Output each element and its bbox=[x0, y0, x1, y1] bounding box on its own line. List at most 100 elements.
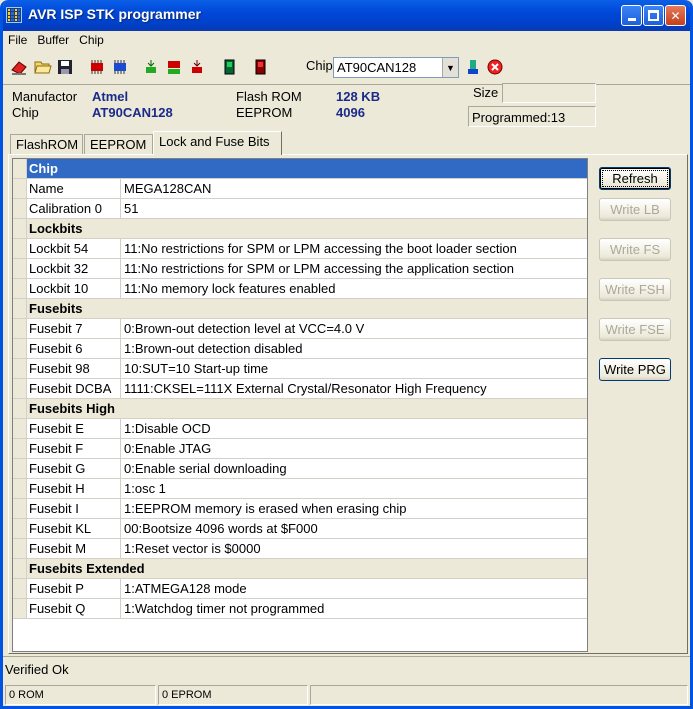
manufacturer-value: Atmel bbox=[92, 89, 129, 104]
row-indicator[interactable] bbox=[13, 319, 27, 338]
reset-button[interactable] bbox=[249, 56, 271, 78]
row-indicator[interactable] bbox=[13, 579, 27, 598]
row-indicator[interactable] bbox=[13, 599, 27, 618]
field-value[interactable]: 0:Enable serial downloading bbox=[120, 459, 287, 478]
fuse-grid[interactable]: Chip Name MEGA128CAN Calibration 0 51 Lockbit… bbox=[12, 158, 588, 652]
field-value[interactable]: 1:Watchdog timer not programmed bbox=[120, 599, 324, 618]
grid-section-header[interactable]: Fusebits Extended bbox=[13, 559, 587, 579]
title-bar[interactable]: AVR ISP STK programmer ✕ bbox=[3, 0, 690, 31]
row-indicator[interactable] bbox=[13, 159, 27, 178]
grid-row[interactable]: Fusebit 7 0:Brown-out detection level at … bbox=[13, 319, 587, 339]
grid-row[interactable]: Calibration 0 51 bbox=[13, 199, 587, 219]
write-fsh-button[interactable]: Write FSH bbox=[599, 278, 671, 301]
minimize-button[interactable] bbox=[621, 5, 642, 26]
grid-row[interactable]: Fusebit 98 10:SUT=10 Start-up time bbox=[13, 359, 587, 379]
save-button[interactable] bbox=[54, 56, 76, 78]
field-value[interactable]: 1:Reset vector is $0000 bbox=[120, 539, 261, 558]
field-value[interactable]: 11:No restrictions for SPM or LPM access… bbox=[120, 259, 514, 278]
field-value[interactable]: 00:Bootsize 4096 words at $F000 bbox=[120, 519, 318, 538]
row-indicator[interactable] bbox=[13, 539, 27, 558]
field-value[interactable]: 11:No restrictions for SPM or LPM access… bbox=[120, 239, 517, 258]
grid-row[interactable]: Name MEGA128CAN bbox=[13, 179, 587, 199]
row-indicator[interactable] bbox=[13, 199, 27, 218]
refresh-button[interactable]: Refresh bbox=[599, 167, 671, 190]
row-indicator[interactable] bbox=[13, 519, 27, 538]
grid-row[interactable]: Fusebit P 1:ATMEGA128 mode bbox=[13, 579, 587, 599]
field-value[interactable]: 1:Brown-out detection disabled bbox=[120, 339, 303, 358]
chip-red-icon bbox=[91, 60, 103, 74]
field-value[interactable]: 1:osc 1 bbox=[120, 479, 166, 498]
chip-select[interactable]: AT90CAN128 ▼ bbox=[333, 57, 459, 78]
row-indicator[interactable] bbox=[13, 279, 27, 298]
grid-row[interactable]: Fusebit G 0:Enable serial downloading bbox=[13, 459, 587, 479]
grid-row[interactable]: Lockbit 32 11:No restrictions for SPM or … bbox=[13, 259, 587, 279]
menu-file[interactable]: File bbox=[3, 31, 32, 47]
row-indicator[interactable] bbox=[13, 439, 27, 458]
menu-chip[interactable]: Chip bbox=[74, 31, 109, 47]
row-indicator[interactable] bbox=[13, 499, 27, 518]
write-fs-button[interactable]: Write FS bbox=[599, 238, 671, 261]
grid-section-header[interactable]: Chip bbox=[13, 159, 587, 179]
grid-row[interactable]: Fusebit M 1:Reset vector is $0000 bbox=[13, 539, 587, 559]
field-value[interactable]: 0:Enable JTAG bbox=[120, 439, 211, 458]
read-flash-button[interactable] bbox=[86, 56, 108, 78]
menu-buffer[interactable]: Buffer bbox=[32, 31, 74, 47]
field-value[interactable]: 1:Disable OCD bbox=[120, 419, 211, 438]
grid-row[interactable]: Lockbit 54 11:No restrictions for SPM or … bbox=[13, 239, 587, 259]
field-value[interactable]: 51 bbox=[120, 199, 138, 218]
grid-section-header[interactable]: Fusebits bbox=[13, 299, 587, 319]
tab-flashrom[interactable]: FlashROM bbox=[10, 134, 83, 155]
close-button[interactable]: ✕ bbox=[665, 5, 686, 26]
field-value[interactable]: MEGA128CAN bbox=[120, 179, 211, 198]
chip-verify-icon bbox=[168, 61, 180, 74]
row-indicator[interactable] bbox=[13, 419, 27, 438]
maximize-button[interactable] bbox=[643, 5, 664, 26]
grid-section-header[interactable]: Fusebits High bbox=[13, 399, 587, 419]
write-prg-button[interactable]: Write PRG bbox=[599, 358, 671, 381]
row-indicator[interactable] bbox=[13, 479, 27, 498]
grid-section-header[interactable]: Lockbits bbox=[13, 219, 587, 239]
write-lb-button[interactable]: Write LB bbox=[599, 198, 671, 221]
grid-row[interactable]: Lockbit 10 11:No memory lock features ena… bbox=[13, 279, 587, 299]
field-value[interactable]: 10:SUT=10 Start-up time bbox=[120, 359, 268, 378]
row-indicator[interactable] bbox=[13, 219, 27, 238]
grid-row[interactable]: Fusebit DCBA 1111:CKSEL=111X External Cry… bbox=[13, 379, 587, 399]
tab-eeprom[interactable]: EEPROM bbox=[84, 134, 153, 155]
field-value[interactable]: 1:ATMEGA128 mode bbox=[120, 579, 247, 598]
write-fse-button[interactable]: Write FSE bbox=[599, 318, 671, 341]
row-indicator[interactable] bbox=[13, 339, 27, 358]
row-indicator[interactable] bbox=[13, 559, 27, 578]
row-indicator[interactable] bbox=[13, 239, 27, 258]
grid-row[interactable]: Fusebit 6 1:Brown-out detection disabled bbox=[13, 339, 587, 359]
row-indicator[interactable] bbox=[13, 299, 27, 318]
grid-row[interactable]: Fusebit H 1:osc 1 bbox=[13, 479, 587, 499]
row-indicator[interactable] bbox=[13, 399, 27, 418]
program-button[interactable] bbox=[218, 56, 240, 78]
chip-select-label: Chip bbox=[306, 58, 333, 73]
tab-lock-fuse-bits[interactable]: Lock and Fuse Bits bbox=[153, 131, 282, 155]
field-value[interactable]: 11:No memory lock features enabled bbox=[120, 279, 335, 298]
status-eprom: 0 EPROM bbox=[158, 685, 308, 705]
grid-row[interactable]: Fusebit E 1:Disable OCD bbox=[13, 419, 587, 439]
row-indicator[interactable] bbox=[13, 259, 27, 278]
verify-button[interactable] bbox=[163, 56, 185, 78]
grid-row[interactable]: Fusebit KL 00:Bootsize 4096 words at $F00… bbox=[13, 519, 587, 539]
read-eeprom-button[interactable] bbox=[109, 56, 131, 78]
row-indicator[interactable] bbox=[13, 359, 27, 378]
row-indicator[interactable] bbox=[13, 459, 27, 478]
field-value[interactable]: 1111:CKSEL=111X External Crystal/Resonat… bbox=[120, 379, 487, 398]
row-indicator[interactable] bbox=[13, 379, 27, 398]
chevron-down-icon[interactable]: ▼ bbox=[442, 58, 458, 77]
grid-row[interactable]: Fusebit F 0:Enable JTAG bbox=[13, 439, 587, 459]
write-flash-button[interactable] bbox=[140, 56, 162, 78]
stop-button[interactable] bbox=[484, 56, 506, 78]
grid-row[interactable]: Fusebit Q 1:Watchdog timer not programmed bbox=[13, 599, 587, 619]
write-eeprom-button[interactable] bbox=[186, 56, 208, 78]
field-value[interactable]: 1:EEPROM memory is erased when erasing c… bbox=[120, 499, 407, 518]
field-value[interactable]: 0:Brown-out detection level at VCC=4.0 V bbox=[120, 319, 364, 338]
row-indicator[interactable] bbox=[13, 179, 27, 198]
open-button[interactable] bbox=[32, 56, 54, 78]
erase-button[interactable] bbox=[8, 56, 30, 78]
detect-chip-button[interactable] bbox=[462, 56, 484, 78]
grid-row[interactable]: Fusebit I 1:EEPROM memory is erased when … bbox=[13, 499, 587, 519]
